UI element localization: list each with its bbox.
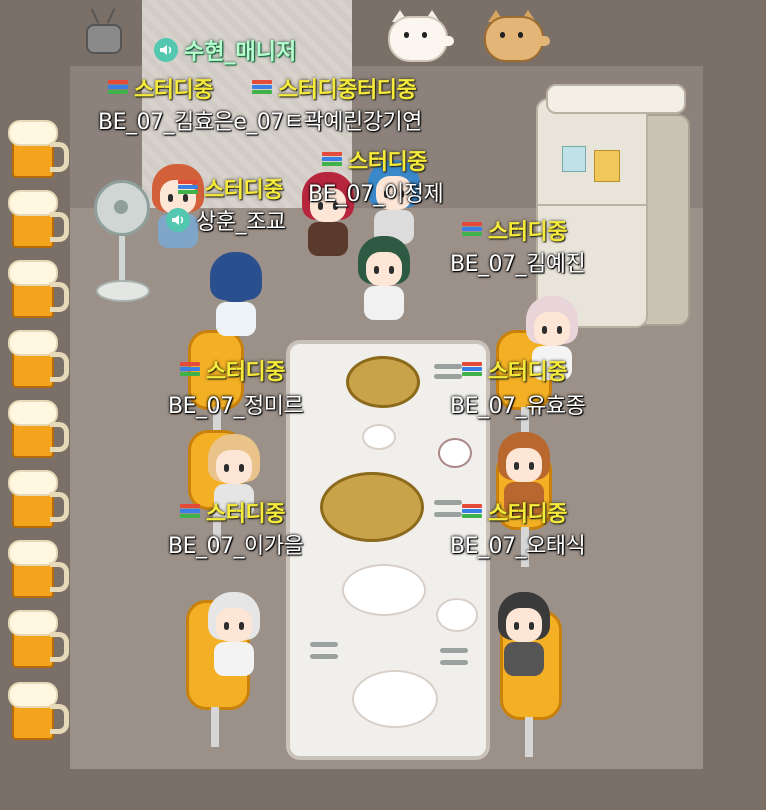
name-label-center: BE_07_이정제: [308, 182, 444, 207]
soup-bowl-icon[interactable]: [346, 356, 420, 408]
status-label: 스터디중: [462, 354, 567, 386]
chopsticks-icon: [434, 374, 462, 379]
status-label: 스터디중: [180, 354, 285, 386]
status-label: 스터디중: [462, 214, 567, 246]
beer-mug-icon[interactable]: [8, 326, 69, 388]
voice-label-manager: 수현_매니저: [154, 34, 296, 66]
beer-mug-icon[interactable]: [8, 186, 69, 248]
book-stack-icon: [108, 80, 128, 96]
tabby-cat-icon[interactable]: [476, 6, 552, 62]
sausage-plate-icon[interactable]: [342, 564, 426, 616]
watermelon-plate-icon[interactable]: [362, 424, 396, 450]
rice-bowl-icon[interactable]: [436, 598, 478, 632]
avatar[interactable]: [204, 592, 264, 688]
spoon-icon: [310, 642, 338, 647]
speaker-icon: [166, 208, 190, 232]
book-stack-icon: [252, 80, 272, 96]
coffee-cup-icon[interactable]: [438, 438, 472, 468]
status-label: 스터디중: [322, 144, 427, 176]
spoon-icon: [440, 648, 468, 653]
beer-mug-icon[interactable]: [8, 606, 69, 668]
name-label-top-left: BE_07_김효은e_07ㅌ곽예린강기연: [98, 110, 422, 135]
chopsticks-icon: [310, 654, 338, 659]
book-stack-icon: [462, 222, 482, 238]
status-label: 스터디중: [180, 496, 285, 528]
beer-mug-icon[interactable]: [8, 256, 69, 318]
beer-mug-icon[interactable]: [8, 678, 69, 740]
avatar[interactable]: [206, 252, 266, 348]
status-label: 스터디중: [178, 172, 283, 204]
beer-mug-icon[interactable]: [8, 116, 69, 178]
book-stack-icon: [462, 362, 482, 378]
book-stack-icon: [178, 180, 198, 196]
speaker-icon: [154, 38, 178, 62]
name-label-right-mid: BE_07_유효종: [450, 394, 586, 419]
avatar[interactable]: [494, 592, 554, 688]
beer-mug-icon[interactable]: [8, 396, 69, 458]
chopsticks-icon: [434, 512, 462, 517]
status-label: 스터디중터디중: [252, 72, 417, 104]
status-label: 스터디중: [108, 72, 213, 104]
avatar[interactable]: [354, 236, 414, 332]
voice-label-assistant: 상훈_조교: [166, 204, 286, 236]
book-stack-icon: [180, 362, 200, 378]
name-label-right-low: BE_07_오태식: [450, 534, 586, 559]
name-label-left-low: BE_07_이가을: [168, 534, 304, 559]
electric-fan-icon[interactable]: [92, 180, 156, 312]
name-label-right-top: BE_07_김예진: [450, 252, 586, 277]
refrigerator-icon[interactable]: [536, 84, 696, 330]
book-stack-icon: [322, 152, 342, 168]
name-label-left-mid: BE_07_정미르: [168, 394, 304, 419]
beer-mug-icon[interactable]: [8, 466, 69, 528]
fries-plate-icon[interactable]: [352, 670, 438, 728]
book-stack-icon: [462, 504, 482, 520]
spoon-icon: [434, 500, 462, 505]
hotpot-icon[interactable]: [320, 472, 424, 542]
television-icon[interactable]: [86, 8, 122, 56]
book-stack-icon: [180, 504, 200, 520]
status-label: 스터디중: [462, 496, 567, 528]
spoon-icon: [434, 364, 462, 369]
beer-mug-icon[interactable]: [8, 536, 69, 598]
chopsticks-icon: [440, 660, 468, 665]
white-cat-icon[interactable]: [380, 6, 456, 62]
